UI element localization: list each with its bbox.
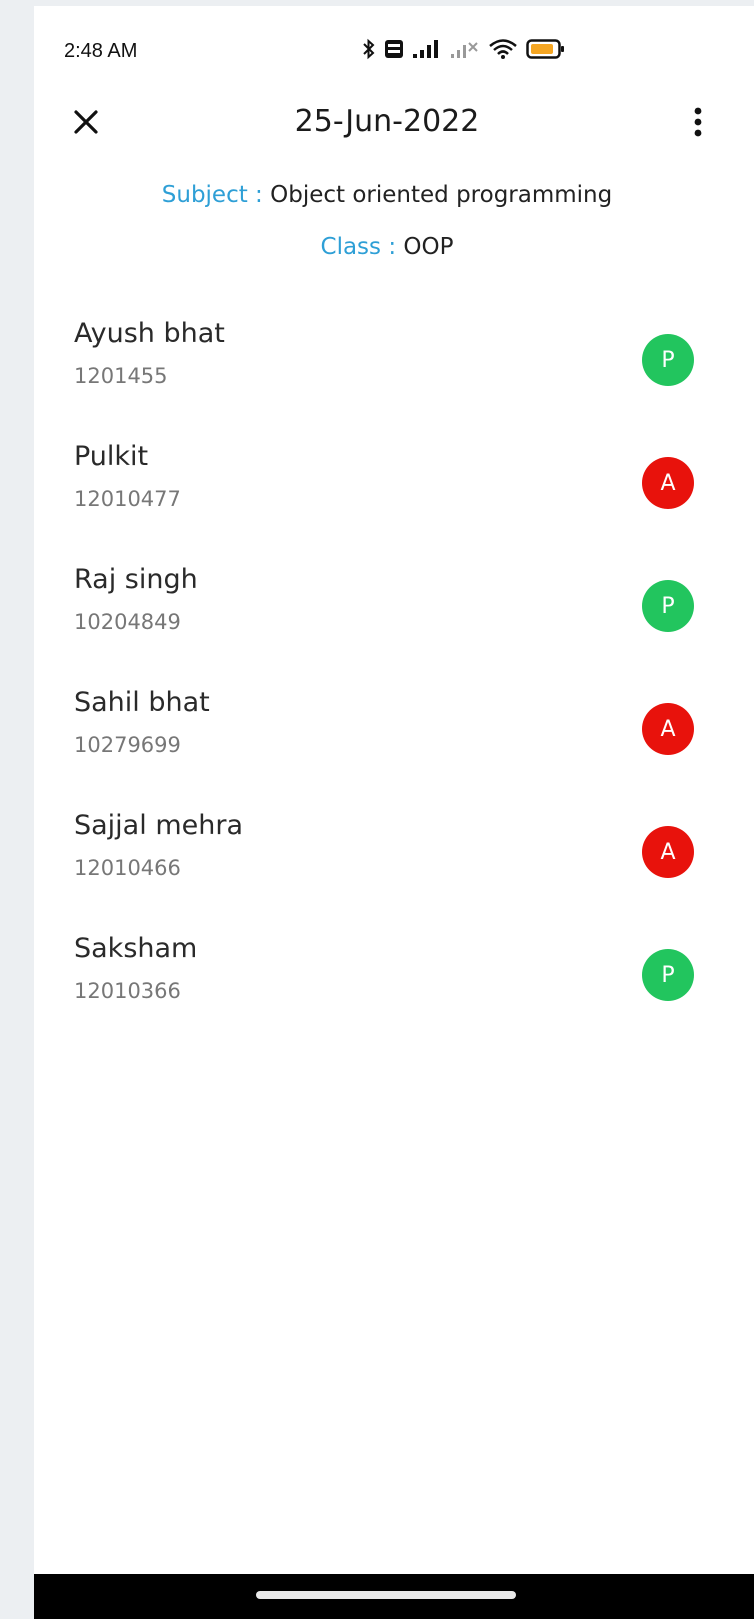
wifi-icon	[488, 38, 518, 60]
signal-weak-icon	[450, 39, 480, 59]
subject-value: Object oriented programming	[270, 182, 613, 208]
student-id: 10279699	[74, 733, 181, 757]
bluetooth-icon	[362, 38, 376, 60]
class-value: OOP	[403, 234, 454, 260]
page-title: 25-Jun-2022	[294, 104, 480, 139]
list-item[interactable]: Sahil bhat 10279699 A	[34, 675, 754, 798]
battery-icon	[526, 38, 566, 60]
navigation-bar	[34, 1574, 754, 1619]
student-name: Saksham	[74, 933, 198, 964]
list-item[interactable]: Ayush bhat 1201455 P	[34, 306, 754, 429]
more-vertical-icon	[694, 107, 702, 137]
student-name: Pulkit	[74, 441, 149, 472]
status-badge[interactable]: A	[642, 703, 694, 755]
list-item[interactable]: Sajjal mehra 12010466 A	[34, 798, 754, 921]
list-item[interactable]: Pulkit 12010477 A	[34, 429, 754, 552]
home-indicator[interactable]	[256, 1591, 516, 1599]
student-id: 12010366	[74, 979, 181, 1003]
student-name: Sahil bhat	[74, 687, 210, 718]
student-id: 1201455	[74, 364, 168, 388]
volte-icon	[384, 39, 404, 59]
class-label: Class :	[320, 234, 404, 260]
status-badge[interactable]: A	[642, 826, 694, 878]
signal-icon	[412, 39, 442, 59]
subject-label: Subject :	[161, 182, 271, 208]
list-item[interactable]: Saksham 12010366 P	[34, 921, 754, 1044]
status-badge[interactable]: P	[642, 949, 694, 1001]
phone-screen: 2:48 AM 25-Jun-2022 Subject: Object ori…	[34, 6, 754, 1619]
subject-line: Subject : Object oriented programming	[34, 182, 740, 208]
student-id: 10204849	[74, 610, 181, 634]
status-badge[interactable]: P	[642, 334, 694, 386]
more-options-button[interactable]	[680, 104, 716, 144]
status-icons	[362, 36, 566, 62]
student-id: 12010466	[74, 856, 181, 880]
list-item[interactable]: Raj singh 10204849 P	[34, 552, 754, 675]
student-name: Raj singh	[74, 564, 198, 595]
student-name: Sajjal mehra	[74, 810, 243, 841]
student-name: Ayush bhat	[74, 318, 225, 349]
status-badge[interactable]: A	[642, 457, 694, 509]
student-list: Ayush bhat 1201455 P Pulkit 12010477 A R…	[34, 306, 754, 1044]
status-time: 2:48 AM	[64, 40, 138, 62]
class-line: Class : OOP	[34, 234, 740, 260]
status-badge[interactable]: P	[642, 580, 694, 632]
status-bar: 2:48 AM	[34, 6, 754, 86]
student-id: 12010477	[74, 487, 181, 511]
